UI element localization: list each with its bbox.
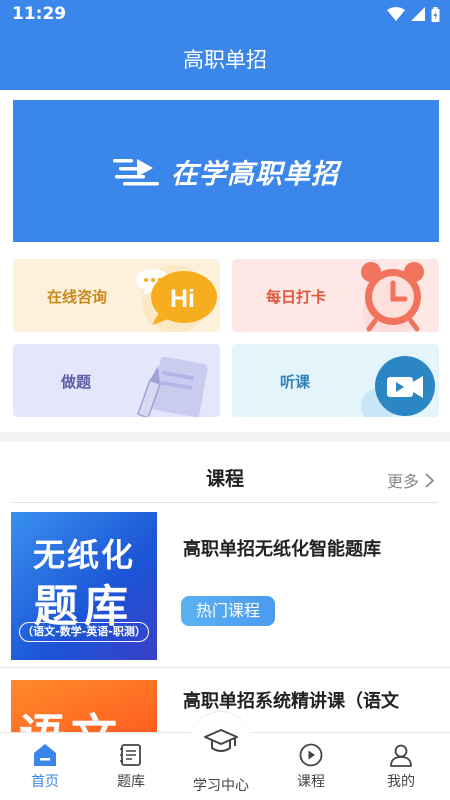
page-title: 高职单招 xyxy=(183,48,267,72)
tab-label: 首页 xyxy=(31,774,59,790)
status-bar: 11:29 xyxy=(0,0,450,28)
courses-section: 课程 更多 无纸化 题库 （语文-数学-英语-职测） 高职单招无纸化智能题库 热… xyxy=(0,442,450,732)
thumb-line1: 语文 xyxy=(19,700,123,732)
tab-question-bank[interactable]: 题库 xyxy=(86,741,176,799)
course-thumbnail: 语文 xyxy=(11,680,157,732)
signal-icon xyxy=(411,7,425,21)
tile-label: 做题 xyxy=(61,373,92,391)
banner[interactable]: 在学高职单招 xyxy=(13,100,439,242)
tab-label: 我的 xyxy=(387,774,415,790)
alarm-clock-icon xyxy=(361,262,424,332)
tile-daily-checkin[interactable]: 每日打卡 xyxy=(232,259,439,332)
tile-label: 在线咨询 xyxy=(47,288,108,306)
status-icons xyxy=(387,6,440,22)
banner-text: 在学高职单招 xyxy=(171,158,339,190)
tab-label: 课程 xyxy=(297,774,325,790)
hot-course-badge: 热门课程 xyxy=(181,596,275,626)
tab-home[interactable]: 首页 xyxy=(0,741,90,799)
course-item[interactable]: 无纸化 题库 （语文-数学-英语-职测） 高职单招无纸化智能题库 热门课程 xyxy=(0,512,450,672)
battery-icon xyxy=(431,6,440,22)
tile-listen[interactable]: 听课 xyxy=(232,344,439,417)
user-icon xyxy=(390,744,412,767)
home-icon xyxy=(34,744,56,766)
tile-label: 每日打卡 xyxy=(266,288,327,306)
bottom-tab-bar: 首页 题库 学习中心 课程 我的 xyxy=(0,711,450,800)
thumb-subjects: （语文-数学-英语-职测） xyxy=(19,622,149,642)
play-circle-icon xyxy=(299,743,323,767)
section-title: 课程 xyxy=(205,468,244,490)
home-content[interactable]: 在学高职单招 在线咨询 Hi 每日打卡 做题 听课 课程 更多 无纸化 题库 （… xyxy=(0,90,450,732)
status-time: 11:29 xyxy=(12,4,67,24)
tab-courses[interactable]: 课程 xyxy=(266,741,356,799)
graduation-cap-icon xyxy=(204,728,238,752)
video-camera-icon xyxy=(361,356,435,417)
banner-logo-icon xyxy=(113,159,159,186)
more-label: 更多 xyxy=(386,472,419,491)
wifi-icon xyxy=(387,7,405,21)
tab-study-center[interactable]: 学习中心 xyxy=(176,711,266,794)
center-tab-bump xyxy=(190,711,252,773)
tile-practice[interactable]: 做题 xyxy=(13,344,220,417)
tile-label: 听课 xyxy=(280,373,311,391)
more-courses-link[interactable]: 更多 xyxy=(387,468,434,492)
row-divider xyxy=(0,667,450,668)
pen-paper-icon xyxy=(137,356,208,417)
tab-label: 题库 xyxy=(117,774,145,790)
section-divider xyxy=(12,502,438,503)
tab-label: 学习中心 xyxy=(193,778,249,794)
course-thumbnail: 无纸化 题库 （语文-数学-英语-职测） xyxy=(11,512,157,660)
top-card: 在学高职单招 在线咨询 Hi 每日打卡 做题 听课 xyxy=(0,90,450,432)
course-title: 高职单招无纸化智能题库 xyxy=(183,539,381,560)
tile-online-consult[interactable]: 在线咨询 Hi xyxy=(13,259,220,332)
chat-bubble-hi-icon: Hi xyxy=(136,265,217,332)
question-bank-icon xyxy=(120,744,141,766)
tab-mine[interactable]: 我的 xyxy=(356,741,446,799)
hi-text: Hi xyxy=(170,285,195,313)
app-title-bar: 高职单招 xyxy=(0,28,450,90)
chevron-right-icon xyxy=(425,472,434,488)
